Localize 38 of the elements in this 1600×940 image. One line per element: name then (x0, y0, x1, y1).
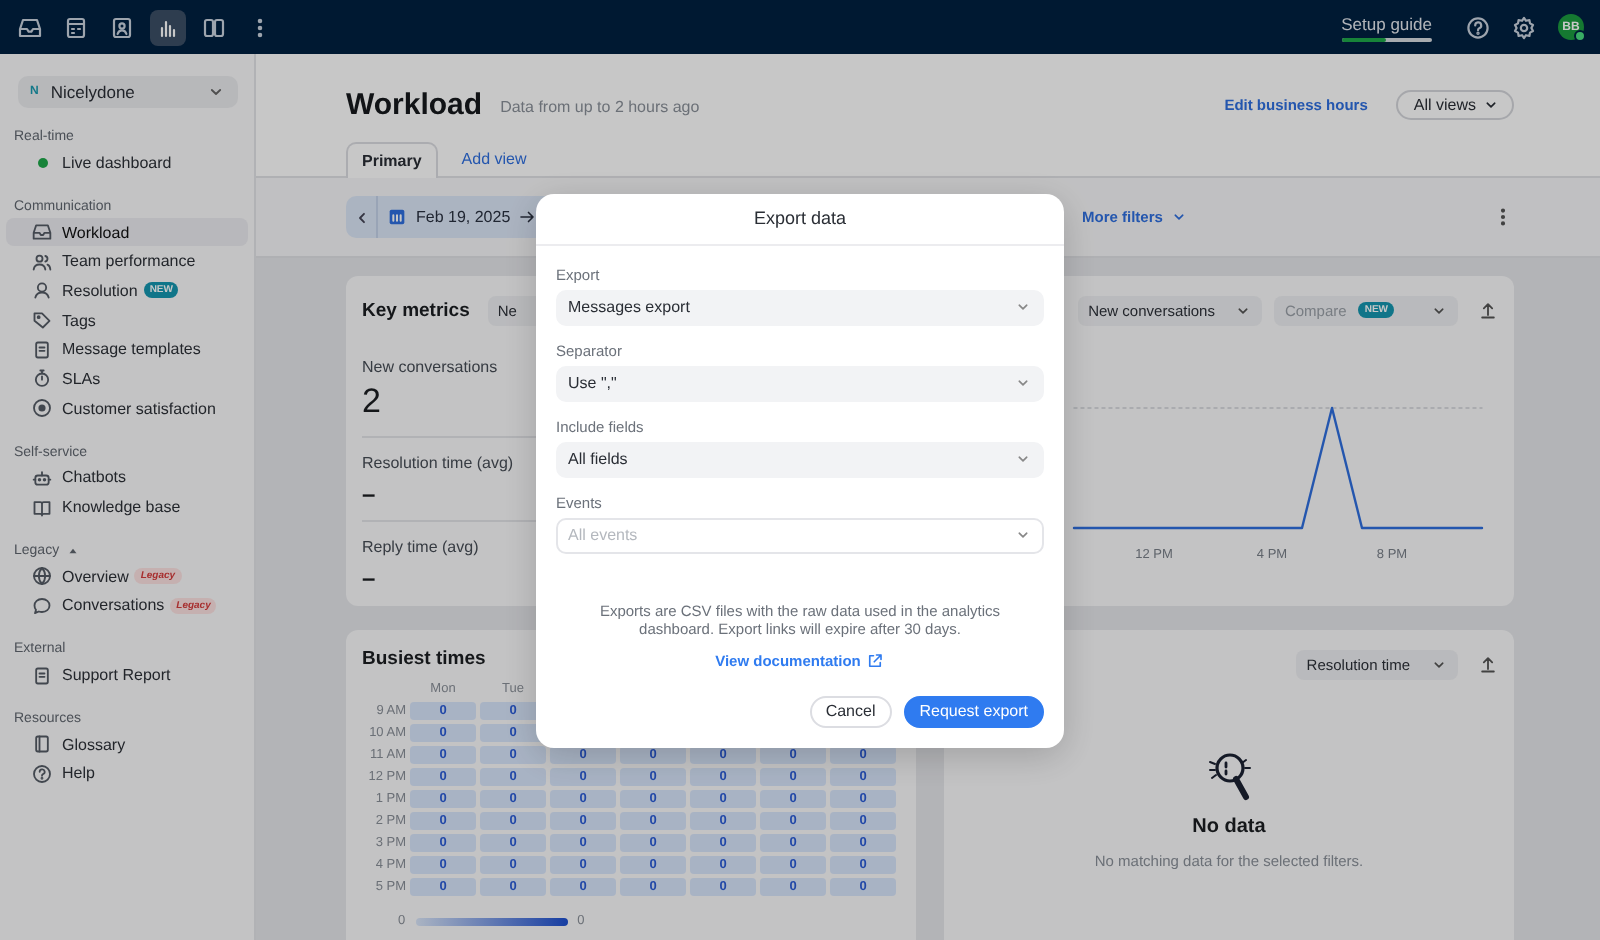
sidebar-item[interactable]: Help (6, 759, 248, 789)
empty-title: No data (1192, 816, 1266, 838)
page-title: Workload (346, 87, 483, 121)
metric-label: Reply time (avg) (362, 538, 479, 556)
metric-label: Resolution time (avg) (362, 454, 514, 472)
metric-label: New conversations (362, 358, 498, 376)
workspace-name: Nicelydone (50, 82, 135, 102)
item-label: Conversations (62, 596, 165, 615)
page-subtitle: Data from up to 2 hours ago (500, 98, 700, 116)
sidebar-item[interactable]: Workload (6, 217, 248, 247)
setup-guide-link[interactable]: Setup guide (1341, 13, 1432, 33)
sidebar-item[interactable]: SLAs (6, 364, 248, 394)
sidebar-item[interactable]: Live dashboard (6, 148, 248, 178)
tab[interactable]: Primary (346, 142, 438, 178)
sidebar-item[interactable]: Support Report (6, 660, 248, 690)
request-export-button[interactable]: Request export (903, 695, 1044, 727)
select-field[interactable]: Use "," (556, 365, 1044, 401)
add-view-link[interactable]: Add view (461, 142, 527, 176)
sidebar-item[interactable]: Glossary (6, 729, 248, 760)
item-label: Overview (62, 567, 129, 586)
sidebar-item[interactable]: Tags (6, 305, 248, 335)
cancel-button[interactable]: Cancel (809, 695, 892, 727)
sidebar-item[interactable]: Team performance (6, 246, 248, 277)
dialog-title: Export data (536, 193, 1064, 245)
metric-value: 2 (362, 382, 381, 422)
card-title: Busiest times (362, 648, 486, 670)
metric-value: – (362, 564, 376, 592)
sidebar-item[interactable]: Customer satisfaction (6, 393, 248, 423)
metric-value: – (362, 480, 376, 508)
sidebar-item[interactable]: Knowledge base (6, 492, 248, 522)
date-text: Feb 19, 2025 (416, 208, 511, 226)
card-title: Key metrics (362, 299, 470, 321)
select-field[interactable]: Messages export (556, 289, 1044, 325)
item-label: Resolution (62, 281, 138, 300)
select-field[interactable]: All fields (556, 441, 1044, 477)
sidebar-item[interactable]: Message templates (6, 334, 248, 365)
sidebar-item[interactable]: Chatbots (6, 463, 248, 493)
views-dropdown[interactable]: All views (1395, 89, 1514, 119)
